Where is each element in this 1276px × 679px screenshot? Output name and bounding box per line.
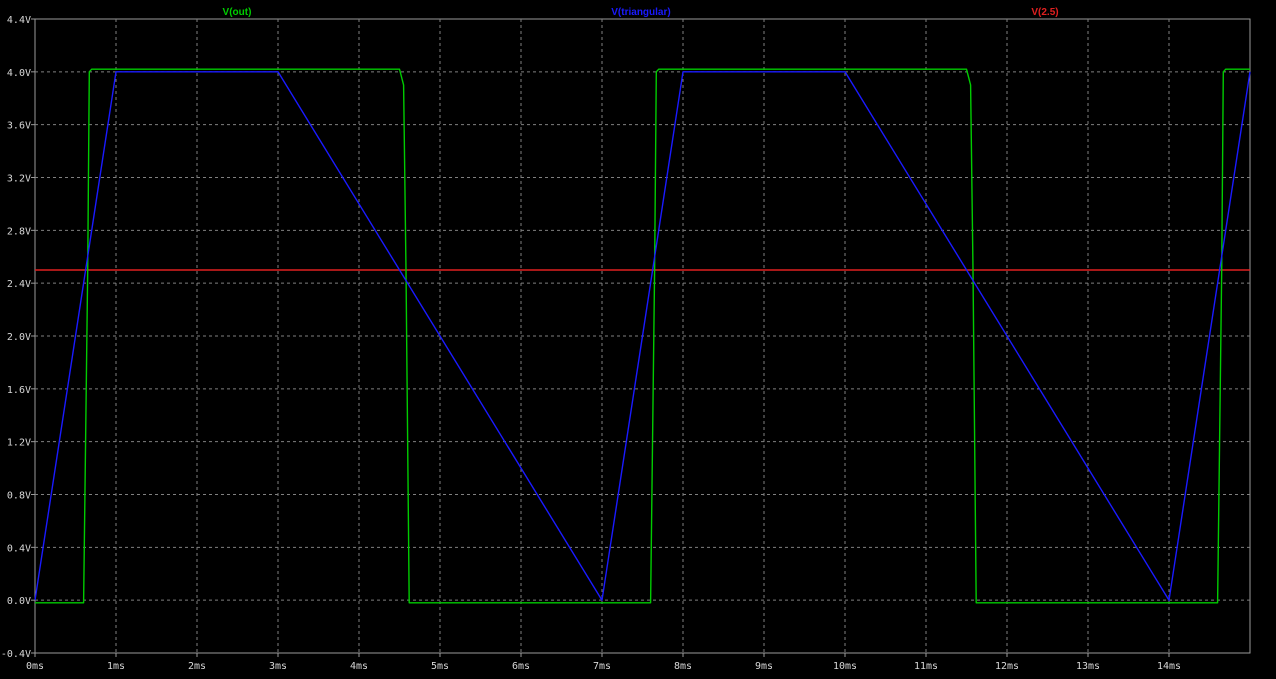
x-tick-label: 4ms	[350, 661, 368, 672]
y-tick-label: 1.6V	[7, 385, 31, 396]
y-tick-label: 4.0V	[7, 68, 31, 79]
y-tick-label: 3.2V	[7, 174, 31, 185]
x-tick-label: 5ms	[431, 661, 449, 672]
x-tick-label: 8ms	[674, 661, 692, 672]
x-tick-label: 13ms	[1076, 661, 1100, 672]
x-tick-label: 0ms	[26, 661, 44, 672]
y-tick-label: 2.4V	[7, 279, 31, 290]
y-tick-label: 2.8V	[7, 226, 31, 237]
y-tick-label: 0.8V	[7, 491, 31, 502]
x-tick-label: 9ms	[755, 661, 773, 672]
y-tick-label: 0.4V	[7, 543, 31, 554]
x-tick-label: 2ms	[188, 661, 206, 672]
x-tick-label: 12ms	[995, 661, 1019, 672]
trace-label-vout[interactable]: V(out)	[223, 7, 252, 18]
x-tick-label: 3ms	[269, 661, 287, 672]
x-tick-label: 1ms	[107, 661, 125, 672]
x-tick-label: 10ms	[833, 661, 857, 672]
y-tick-label: 1.2V	[7, 438, 31, 449]
y-tick-label: 2.0V	[7, 332, 31, 343]
x-tick-label: 7ms	[593, 661, 611, 672]
x-tick-label: 11ms	[914, 661, 938, 672]
y-tick-label: 0.0V	[7, 596, 31, 607]
waveform-plot[interactable]: 0ms 1ms 2ms 3ms 4ms 5ms 6ms 7ms 8ms 9ms 10ms 11ms 12…	[0, 0, 1276, 679]
trace-label-v25[interactable]: V(2.5)	[1031, 7, 1058, 18]
x-tick-label: 14ms	[1157, 661, 1181, 672]
y-tick-label: -0.4V	[1, 649, 31, 660]
trace-labels[interactable]: V(out) V(triangular) V(2.5)	[223, 7, 1059, 18]
x-tick-label: 6ms	[512, 661, 530, 672]
trace-label-vtriangular[interactable]: V(triangular)	[611, 7, 670, 18]
y-tick-label: 3.6V	[7, 121, 31, 132]
y-tick-label: 4.4V	[7, 15, 31, 26]
